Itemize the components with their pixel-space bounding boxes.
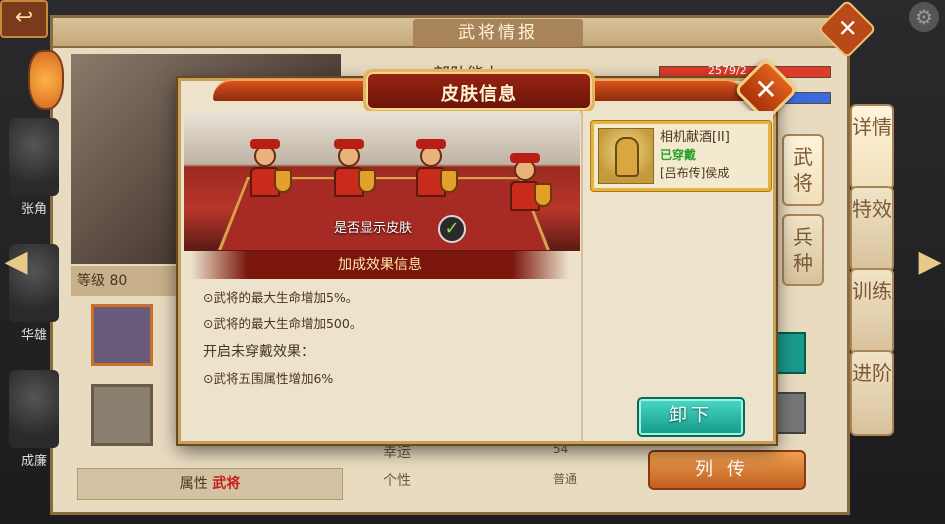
effect-item: ⊙武将的最大生命增加500。 — [203, 316, 363, 331]
dialog-title: 皮肤信息 — [441, 84, 517, 105]
tab-hero[interactable]: 武将 — [782, 134, 824, 206]
skin-name: 相机献酒[II] — [660, 130, 730, 145]
personality-row: 个性 普通 — [383, 472, 578, 489]
unworn-effect-item: ⊙武将五围属性增加6% — [203, 371, 334, 386]
skin-card[interactable]: 相机献酒[II] 已穿戴 [吕布传]侯成 — [591, 121, 771, 191]
skin-sprite — [406, 139, 458, 207]
tab-effects[interactable]: 特效 — [850, 186, 894, 272]
tab-advance[interactable]: 进阶 — [850, 350, 894, 436]
hero-figure — [9, 118, 59, 196]
skin-sprite — [240, 139, 292, 207]
unworn-effects-header: 开启未穿戴效果： — [203, 344, 315, 360]
show-skin-checkbox[interactable]: ✓ — [438, 215, 466, 243]
settings-gear-icon[interactable]: ⚙ — [909, 2, 939, 32]
unequip-button[interactable]: 卸下 — [637, 397, 745, 437]
panel-header: 武将情报 — [53, 18, 847, 48]
checkmark-icon: ✓ — [444, 218, 460, 239]
tab-details[interactable]: 详情 — [850, 104, 894, 190]
back-button[interactable]: ↩ — [0, 0, 48, 38]
luck-row: 幸运 54 — [383, 442, 569, 461]
lantern-decoration — [28, 50, 64, 110]
prev-hero-arrow-icon[interactable]: ◀ — [4, 238, 28, 286]
skin-preview: 是否显示皮肤 ✓ — [184, 111, 580, 251]
close-icon: ✕ — [837, 14, 858, 43]
tab-troop[interactable]: 兵种 — [782, 214, 824, 286]
hero-figure — [9, 370, 59, 448]
arrow-left-icon: ↩ — [14, 5, 34, 30]
attribute-row: 属性 武将 — [77, 468, 343, 500]
bonus-effects-header: 加成效果信息 — [191, 251, 569, 279]
skin-sprite — [500, 153, 552, 221]
skin-thumbnail — [598, 128, 654, 184]
biography-button[interactable]: 列传 — [648, 450, 806, 490]
hero-list-item[interactable]: 张角 — [0, 110, 68, 220]
effect-item: ⊙武将的最大生命增加5%。 — [203, 290, 359, 305]
skin-sprite — [324, 139, 376, 207]
skin-hero-name: [吕布传]侯成 — [660, 166, 730, 180]
close-icon: ✕ — [754, 73, 778, 106]
skin-info-dialog: 皮肤信息 ✕ 是否显示皮肤 ✓ 加成效果信息 ⊙武将的最大生命增加5%。 ⊙武将… — [178, 57, 799, 444]
skin-list-pane: 相机献酒[II] 已穿戴 [吕布传]侯成 卸下 — [581, 111, 773, 441]
skin-equipped-status: 已穿戴 — [660, 148, 697, 162]
weapon-slot[interactable] — [91, 304, 153, 366]
next-hero-arrow-icon[interactable]: ▶ — [918, 238, 942, 286]
equip-slot-2[interactable] — [91, 384, 153, 446]
banner-center: 皮肤信息 — [363, 69, 595, 113]
hero-list-item[interactable]: 成廉 — [0, 362, 68, 472]
tab-training[interactable]: 训练 — [850, 268, 894, 354]
panel-title: 武将情报 — [413, 19, 583, 47]
show-skin-label: 是否显示皮肤 — [334, 221, 413, 236]
